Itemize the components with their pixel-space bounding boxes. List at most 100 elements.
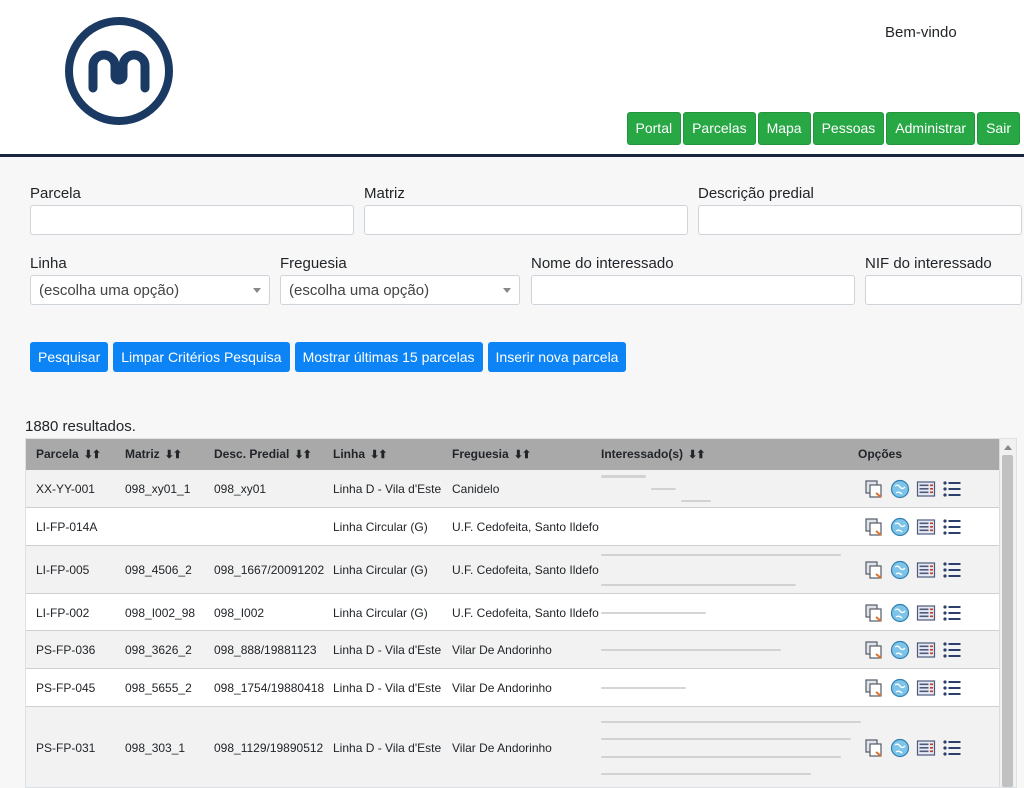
show-last-15-button[interactable]: Mostrar últimas 15 parcelas (294, 342, 483, 372)
cell-linha: Linha Circular (G) (333, 605, 428, 620)
copy-icon[interactable] (864, 479, 884, 499)
redacted-interessado (601, 687, 686, 689)
descricao-predial-label: Descrição predial (698, 185, 814, 202)
globe-icon[interactable] (890, 738, 910, 758)
table-row: LI-FP-002 098_I002_98 098_I002 Linha Circul… (26, 594, 1001, 631)
globe-icon[interactable] (890, 560, 910, 580)
copy-icon[interactable] (864, 640, 884, 660)
sort-icon[interactable]: ⬇⬆ (294, 449, 311, 461)
cell-freguesia: Canidelo (452, 482, 500, 496)
copy-icon[interactable] (864, 738, 884, 758)
redacted-interessado (601, 773, 811, 776)
welcome-text: Bem-vindo (885, 24, 957, 41)
document-list-icon[interactable] (916, 560, 936, 580)
column-desc-predial-label: Desc. Predial (214, 447, 290, 461)
column-matriz[interactable]: Matriz ⬇⬆ (125, 447, 182, 461)
main-nav: Portal Parcelas Mapa Pessoas Administrar… (626, 112, 1020, 145)
sort-icon[interactable]: ⬇⬆ (165, 449, 182, 461)
redacted-interessado (681, 500, 711, 503)
nav-portal-button[interactable]: Portal (626, 112, 682, 145)
linha-select[interactable]: (escolha uma opção) (30, 275, 270, 305)
cell-freguesia: Vilar De Andorinho (452, 741, 552, 755)
cell-linha: Linha Circular (G) (333, 520, 428, 534)
list-icon[interactable] (942, 603, 962, 623)
list-icon[interactable] (942, 640, 962, 660)
results-count: 1880 resultados. (25, 418, 136, 435)
sort-icon[interactable]: ⬇⬆ (84, 449, 101, 461)
descricao-predial-input[interactable] (698, 205, 1022, 235)
redacted-interessado (651, 488, 676, 490)
document-list-icon[interactable] (916, 640, 936, 660)
nav-pessoas-button[interactable]: Pessoas (812, 112, 885, 145)
nav-sair-button[interactable]: Sair (977, 112, 1020, 145)
sort-icon[interactable]: ⬇⬆ (370, 449, 387, 461)
parcela-input[interactable] (30, 205, 354, 235)
column-linha[interactable]: Linha ⬇⬆ (333, 447, 387, 461)
matriz-input[interactable] (364, 205, 688, 235)
globe-icon[interactable] (890, 678, 910, 698)
list-icon[interactable] (942, 517, 962, 537)
list-icon[interactable] (942, 678, 962, 698)
scroll-thumb[interactable] (1002, 455, 1013, 787)
copy-icon[interactable] (864, 517, 884, 537)
column-desc-predial[interactable]: Desc. Predial ⬇⬆ (214, 447, 312, 461)
list-icon[interactable] (942, 479, 962, 499)
globe-icon[interactable] (890, 603, 910, 623)
copy-icon[interactable] (864, 603, 884, 623)
document-list-icon[interactable] (916, 603, 936, 623)
cell-parcela: LI-FP-014A (36, 520, 98, 534)
cell-linha: Linha D - Vila d'Este (333, 482, 442, 496)
cell-linha: Linha D - Vila d'Este (333, 741, 442, 755)
copy-icon[interactable] (864, 678, 884, 698)
cell-desc: 098_888/19881123 (214, 643, 317, 657)
column-linha-label: Linha (333, 447, 365, 461)
nav-administrar-button[interactable]: Administrar (886, 112, 976, 145)
cell-matriz: 098_4506_2 (125, 563, 192, 577)
cell-parcela: LI-FP-005 (36, 563, 90, 577)
globe-icon[interactable] (890, 517, 910, 537)
redacted-interessado (601, 475, 646, 479)
cell-matriz: 098_3626_2 (125, 643, 192, 657)
redacted-interessado (601, 584, 796, 587)
list-icon[interactable] (942, 738, 962, 758)
column-interessados[interactable]: Interessado(s) ⬇⬆ (601, 447, 705, 461)
column-parcela[interactable]: Parcela ⬇⬆ (36, 447, 101, 461)
column-opcoes: Opções (858, 447, 903, 461)
cell-matriz: 098_5655_2 (125, 681, 192, 695)
globe-icon[interactable] (890, 640, 910, 660)
column-freguesia[interactable]: Freguesia ⬇⬆ (452, 447, 531, 461)
nome-interessado-input[interactable] (531, 275, 855, 305)
row-options (864, 479, 962, 499)
nav-parcelas-button[interactable]: Parcelas (683, 112, 756, 145)
sort-icon[interactable]: ⬇⬆ (688, 449, 705, 461)
cell-desc: 098_1754/19880418 (214, 681, 325, 695)
redacted-interessado (601, 755, 841, 758)
cell-freguesia: Vilar De Andorinho (452, 681, 552, 695)
globe-icon[interactable] (890, 479, 910, 499)
matriz-label: Matriz (364, 185, 405, 202)
sort-icon[interactable]: ⬇⬆ (514, 449, 531, 461)
column-parcela-label: Parcela (36, 447, 79, 461)
nif-interessado-label: NIF do interessado (865, 255, 992, 272)
document-list-icon[interactable] (916, 479, 936, 499)
list-icon[interactable] (942, 560, 962, 580)
cell-desc: 098_1667/20091202 (214, 563, 325, 577)
insert-parcel-button[interactable]: Inserir nova parcela (487, 342, 627, 372)
nav-mapa-button[interactable]: Mapa (757, 112, 811, 145)
document-list-icon[interactable] (916, 738, 936, 758)
table-row: PS-FP-031 098_303_1 098_1129/19890512 Linha… (26, 707, 1001, 787)
freguesia-label: Freguesia (280, 255, 347, 272)
clear-criteria-button[interactable]: Limpar Critérios Pesquisa (113, 342, 290, 372)
scroll-up-icon[interactable] (1004, 445, 1012, 450)
metro-logo[interactable] (64, 16, 174, 126)
nif-interessado-input[interactable] (865, 275, 1022, 305)
document-list-icon[interactable] (916, 678, 936, 698)
copy-icon[interactable] (864, 560, 884, 580)
document-list-icon[interactable] (916, 517, 936, 537)
row-options (864, 678, 962, 698)
freguesia-select[interactable]: (escolha uma opção) (280, 275, 520, 305)
search-button[interactable]: Pesquisar (30, 342, 109, 372)
cell-linha: Linha D - Vila d'Este (333, 643, 442, 657)
table-scrollbar[interactable] (999, 439, 1016, 787)
cell-matriz: 098_303_1 (125, 741, 186, 755)
